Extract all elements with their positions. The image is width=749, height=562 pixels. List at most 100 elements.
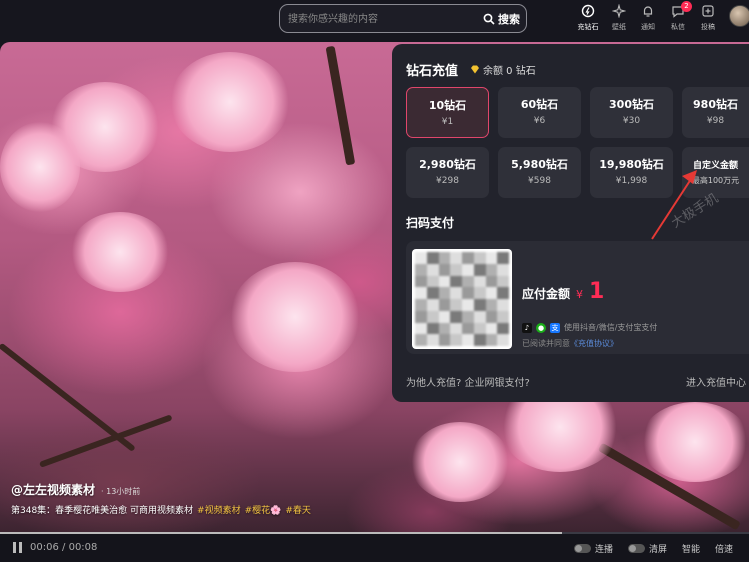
package-price: ¥6 (533, 116, 546, 126)
package-custom[interactable]: 自定义金额 最高100万元 (682, 147, 749, 198)
qr-cell (415, 287, 427, 299)
search-input[interactable] (288, 10, 468, 28)
wallpaper-icon (612, 4, 626, 18)
qr-cell (497, 299, 509, 311)
qr-cell (462, 263, 474, 276)
qr-cell (438, 275, 451, 288)
pause-button[interactable] (12, 542, 23, 553)
scan-pay-title: 扫码支付 (406, 216, 455, 230)
message-badge: 2 (681, 1, 692, 12)
search-button[interactable]: 搜索 (483, 10, 520, 28)
qr-cell (485, 252, 498, 264)
nav-notify[interactable]: 通知 (633, 4, 663, 32)
qr-cell (450, 310, 462, 323)
pay-currency: ¥ (576, 288, 584, 301)
qr-cell (497, 263, 509, 276)
qr-cell (426, 263, 439, 276)
qr-cell (415, 275, 427, 288)
balance-text: 余额 0 钻石 (483, 66, 536, 77)
qr-cell (426, 299, 439, 311)
hashtag[interactable]: #樱花🌸 (245, 506, 282, 516)
qr-cell (485, 263, 498, 276)
douyin-icon: ♪ (522, 322, 532, 333)
custom-amount-limit: 最高100万元 (691, 176, 740, 185)
qr-cell (415, 310, 427, 323)
author-name[interactable]: @左左视频素材 (11, 481, 95, 498)
duration: 00:08 (68, 542, 98, 553)
progress-bar[interactable] (0, 532, 749, 534)
package-980[interactable]: 980钻石 ¥98 (682, 87, 749, 138)
blossom (640, 402, 749, 482)
qr-cell (426, 334, 439, 346)
top-bar: 搜索 充钻石 壁纸 通知 2 私信 投稿 (0, 0, 749, 40)
package-19980[interactable]: 19,980钻石 ¥1,998 (590, 147, 673, 198)
clear-screen-label: 清屏 (649, 545, 668, 555)
smart-label: 智能 (682, 545, 701, 555)
qr-cell (485, 299, 498, 311)
package-price: ¥98 (706, 116, 725, 126)
player-controls: 00:06 / 00:08 连播 清屏 智能 倍速 (0, 532, 749, 562)
pause-icon (19, 542, 22, 553)
balance: 余额 0 钻石 (470, 62, 536, 77)
help-pay-link[interactable]: 为他人充值? 企业网银支付? (406, 374, 530, 389)
autoplay-label: 连播 (595, 545, 614, 555)
user-avatar[interactable] (729, 5, 749, 27)
qr-cell (497, 287, 509, 299)
toggle-switch (574, 544, 591, 553)
qr-cell (426, 322, 439, 335)
qr-cell (450, 275, 462, 288)
smart-button[interactable]: 智能 (682, 542, 700, 555)
qr-cell (438, 299, 451, 311)
search-button-label: 搜索 (498, 13, 520, 26)
nav-recharge-label: 充钻石 (577, 23, 599, 31)
qr-cell (462, 334, 474, 346)
qr-cell (462, 275, 474, 288)
agree-text: 已阅读并同意 (522, 339, 570, 348)
qr-cell (485, 334, 498, 346)
package-price: ¥298 (436, 176, 459, 186)
qr-cell (415, 252, 427, 264)
nav-notify-label: 通知 (641, 23, 655, 31)
package-10[interactable]: 10钻石 ¥1 (406, 87, 489, 138)
progress-fill (0, 532, 562, 534)
package-amount: 19,980钻石 (599, 158, 664, 171)
nav-recharge[interactable]: 充钻石 (573, 4, 603, 32)
hashtag[interactable]: #春天 (285, 506, 311, 516)
nav-wallpaper[interactable]: 壁纸 (604, 4, 634, 32)
custom-amount-label: 自定义金额 (692, 161, 738, 171)
video-caption: 第348集：春季樱花唯美治愈 可商用视频素材 #视频素材 #樱花🌸 #春天 (11, 503, 311, 516)
hashtag[interactable]: #视频素材 (197, 506, 241, 516)
qr-cell (438, 252, 451, 264)
qr-cell (415, 263, 427, 276)
qr-code[interactable] (412, 249, 512, 349)
nav-messages-label: 私信 (671, 23, 685, 31)
branch (325, 45, 356, 166)
qr-cell (462, 322, 474, 335)
qr-cell (426, 252, 439, 264)
agreement-link[interactable]: 《充值协议》 (570, 339, 618, 348)
package-300[interactable]: 300钻石 ¥30 (590, 87, 673, 138)
qr-cell (450, 287, 462, 299)
qr-cell (450, 252, 462, 264)
speed-button[interactable]: 倍速 (715, 542, 733, 555)
qr-cell (485, 310, 498, 323)
qr-cell (450, 263, 462, 276)
pay-amount-label: 应付金额 (522, 287, 571, 301)
package-5980[interactable]: 5,980钻石 ¥598 (498, 147, 581, 198)
nav-upload-label: 投稿 (701, 23, 715, 31)
pause-icon (13, 542, 16, 553)
qr-code-pattern (415, 252, 509, 346)
caption-text: 第348集：春季樱花唯美治愈 可商用视频素材 (11, 506, 194, 516)
package-60[interactable]: 60钻石 ¥6 (498, 87, 581, 138)
qr-cell (415, 322, 427, 335)
search-icon (483, 13, 495, 25)
recharge-center-link[interactable]: 进入充值中心 (686, 374, 746, 389)
package-2980[interactable]: 2,980钻石 ¥298 (406, 147, 489, 198)
nav-messages[interactable]: 2 私信 (663, 1, 693, 32)
time-display: 00:06 / 00:08 (30, 542, 97, 553)
autoplay-toggle[interactable]: 连播 (574, 542, 613, 555)
clear-screen-toggle[interactable]: 清屏 (628, 542, 667, 555)
nav-upload[interactable]: 投稿 (693, 4, 723, 32)
pay-box: 应付金额 ¥ 1 ♪ ● 支 使用抖音/微信/支付宝支付 已阅读并同意《充值协议… (406, 241, 749, 354)
speed-label: 倍速 (715, 545, 734, 555)
